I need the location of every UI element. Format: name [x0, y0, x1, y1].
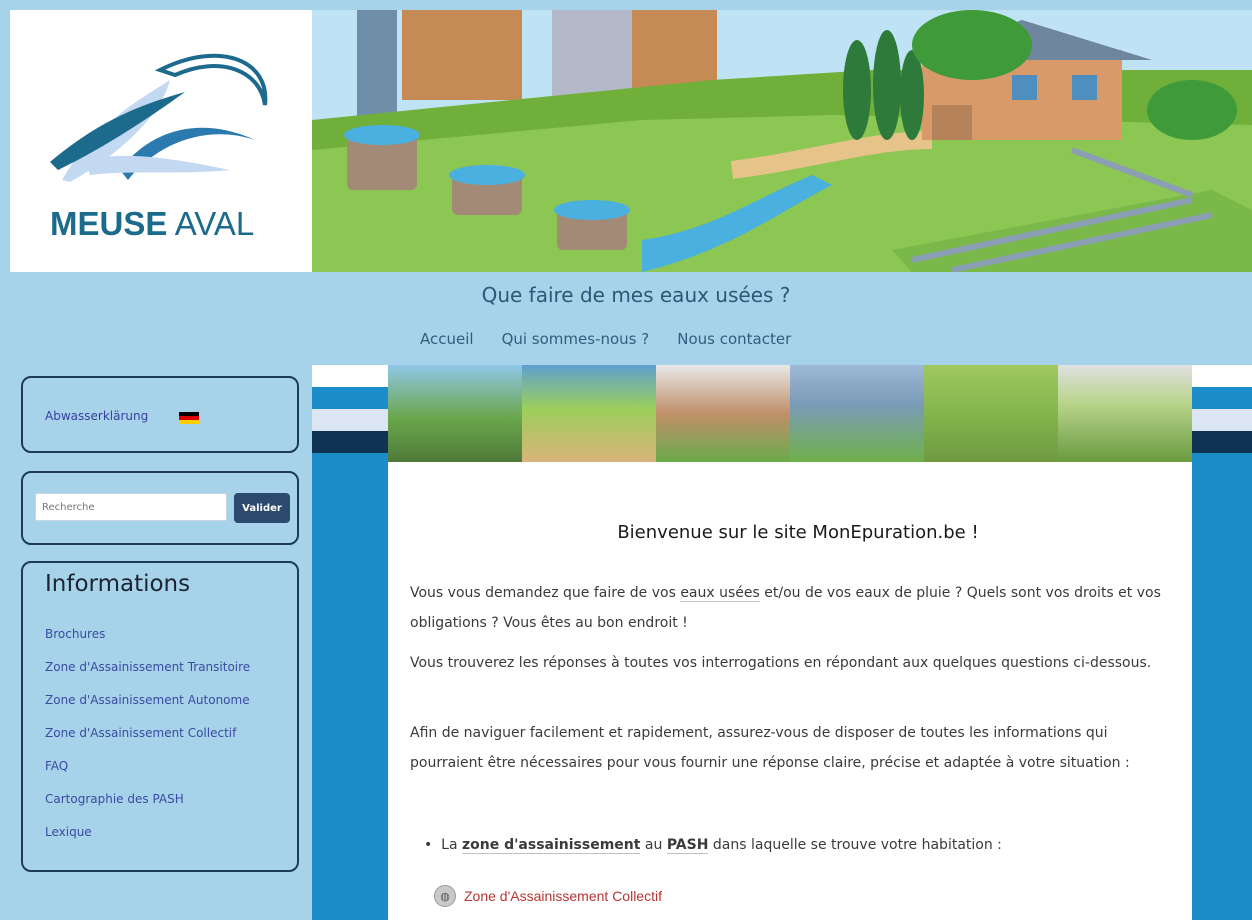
- logo-text: MEUSE AVAL: [50, 205, 255, 242]
- pash-link[interactable]: PASH: [666, 837, 709, 854]
- search-box: Valider: [21, 471, 299, 545]
- logo[interactable]: MEUSE AVAL: [10, 10, 312, 272]
- intro-paragraph: Vous vous demandez que faire de vos eaux…: [410, 578, 1170, 638]
- info-link-zone-transitoire[interactable]: Zone d'Assainissement Transitoire: [45, 660, 250, 693]
- zone-collectif-option[interactable]: ◍ Zone d'Assainissement Collectif: [434, 885, 662, 907]
- nav-nous-contacter[interactable]: Nous contacter: [677, 330, 791, 348]
- illustration-panel: [388, 365, 522, 462]
- zone-assainissement-link[interactable]: zone d'assainissement: [462, 837, 641, 854]
- illustration-panel: [790, 365, 924, 462]
- info-link-cartographie[interactable]: Cartographie des PASH: [45, 792, 250, 825]
- zone-bullet: • La zone d'assainissement au PASH dans …: [424, 837, 1002, 854]
- information-box: Informations Brochures Zone d'Assainisse…: [21, 561, 299, 872]
- answers-paragraph: Vous trouverez les réponses à toutes vos…: [410, 655, 1152, 671]
- illustration-strip: [388, 365, 1192, 462]
- illustration-panel: [1058, 365, 1192, 462]
- info-link-lexique[interactable]: Lexique: [45, 825, 250, 858]
- main-content: Bienvenue sur le site MonEpuration.be ! …: [388, 462, 1192, 920]
- bullet-text-mid: au: [640, 837, 667, 853]
- nav-accueil[interactable]: Accueil: [420, 330, 474, 348]
- search-input[interactable]: [35, 493, 227, 521]
- nav-qui-sommes-nous[interactable]: Qui sommes-nous ?: [502, 330, 650, 348]
- illustration-panel: [522, 365, 656, 462]
- zone-option-label[interactable]: Zone d'Assainissement Collectif: [464, 888, 662, 904]
- site-title: Que faire de mes eaux usées ?: [481, 283, 791, 307]
- information-links: Brochures Zone d'Assainissement Transito…: [45, 627, 250, 858]
- german-language-link[interactable]: Abwasserklärung: [45, 409, 148, 423]
- illustration-panel: [924, 365, 1058, 462]
- language-box: Abwasserklärung: [21, 376, 299, 453]
- main-nav: Accueil Qui sommes-nous ? Nous contacter: [420, 330, 791, 348]
- bullet-text: La: [441, 837, 463, 853]
- eaux-usees-link[interactable]: eaux usées: [680, 585, 760, 602]
- illustration-panel: [656, 365, 790, 462]
- information-heading: Informations: [45, 571, 191, 597]
- german-flag-icon[interactable]: [179, 412, 199, 424]
- info-link-zone-autonome[interactable]: Zone d'Assainissement Autonome: [45, 693, 250, 726]
- header-banner-illustration: [312, 10, 1252, 272]
- search-submit-button[interactable]: Valider: [234, 493, 290, 523]
- info-link-zone-collectif[interactable]: Zone d'Assainissement Collectif: [45, 726, 250, 759]
- intro-text: Vous vous demandez que faire de vos: [410, 585, 681, 601]
- page-title: Bienvenue sur le site MonEpuration.be !: [617, 522, 979, 543]
- info-link-faq[interactable]: FAQ: [45, 759, 250, 792]
- navigation-paragraph: Afin de naviguer facilement et rapidemen…: [410, 725, 1130, 771]
- info-link-brochures[interactable]: Brochures: [45, 627, 250, 660]
- globe-icon: ◍: [434, 885, 456, 907]
- bullet-text-end: dans laquelle se trouve votre habitation…: [708, 837, 1002, 853]
